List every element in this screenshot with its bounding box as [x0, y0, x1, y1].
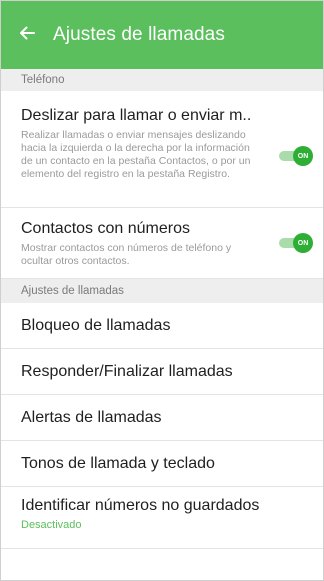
toggle-knob: ON: [293, 233, 313, 253]
arrow-left-icon: [18, 24, 36, 47]
contacts-with-numbers-setting[interactable]: Contactos con números Mostrar contactos …: [1, 208, 323, 279]
swipe-to-call-toggle[interactable]: ON: [279, 146, 313, 166]
call-alerts-label: Alertas de llamadas: [21, 408, 162, 426]
answer-end-calls-item[interactable]: Responder/Finalizar llamadas: [1, 349, 323, 395]
section-header-call-settings: Ajustes de llamadas: [1, 279, 323, 303]
call-alerts-item[interactable]: Alertas de llamadas: [1, 395, 323, 441]
contacts-with-numbers-toggle[interactable]: ON: [279, 233, 313, 253]
back-button[interactable]: [13, 21, 41, 49]
app-bar: Ajustes de llamadas: [1, 1, 323, 69]
ringtones-keypad-label: Tonos de llamada y teclado: [21, 454, 215, 472]
call-blocking-label: Bloqueo de llamadas: [21, 316, 171, 334]
call-settings-screen: Ajustes de llamadas Teléfono Deslizar pa…: [0, 0, 324, 581]
swipe-to-call-title: Deslizar para llamar o enviar m..: [21, 107, 252, 124]
ringtones-keypad-item[interactable]: Tonos de llamada y teclado: [1, 441, 323, 487]
identify-unsaved-numbers-label: Identificar números no guardados: [21, 497, 260, 514]
section-header-phone: Teléfono: [1, 69, 323, 91]
identify-unsaved-numbers-status: Desactivado: [21, 519, 82, 531]
contacts-with-numbers-description: Mostrar contactos con números de teléfon…: [21, 242, 232, 267]
swipe-to-call-description: Realizar llamadas o enviar mensajes desl…: [21, 129, 251, 180]
identify-unsaved-numbers-item[interactable]: Identificar números no guardados Desacti…: [1, 487, 323, 549]
call-blocking-item[interactable]: Bloqueo de llamadas: [1, 303, 323, 349]
page-title: Ajustes de llamadas: [53, 24, 225, 45]
answer-end-calls-label: Responder/Finalizar llamadas: [21, 362, 233, 380]
swipe-to-call-setting[interactable]: Deslizar para llamar o enviar m.. Realiz…: [1, 91, 323, 208]
toggle-knob: ON: [293, 146, 313, 166]
contacts-with-numbers-title: Contactos con números: [21, 220, 190, 237]
